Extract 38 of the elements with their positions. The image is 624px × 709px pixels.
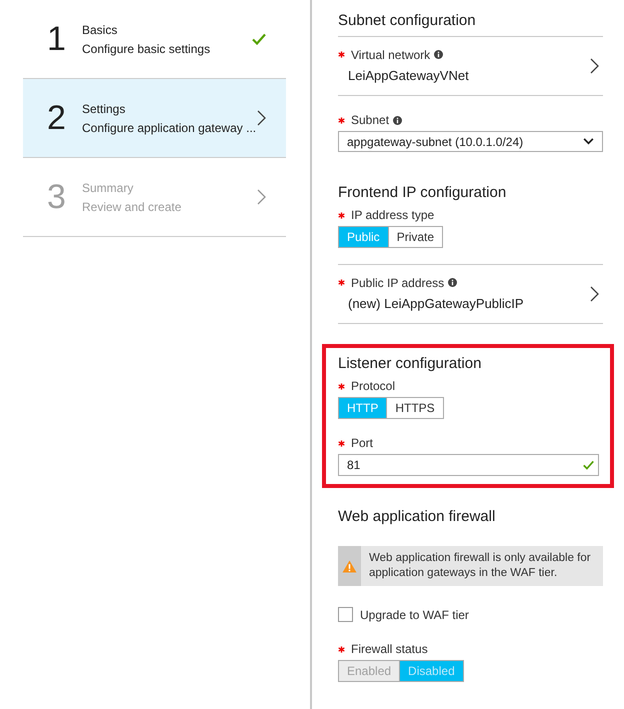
field-label: Port — [351, 436, 374, 450]
section-heading: Web application firewall — [338, 507, 496, 527]
toggle-group[interactable]: Public Private — [338, 226, 444, 248]
field-value: (new) LeiAppGatewayPublicIP — [347, 294, 524, 313]
dropdown[interactable]: appgateway-subnet (10.0.1.0/24) — [338, 131, 603, 152]
input-field[interactable]: 81 — [338, 454, 599, 476]
wizard-step[interactable]: 2 Settings Configure application gateway ... — [23, 79, 286, 158]
caret-down-icon — [583, 138, 594, 145]
checkbox[interactable] — [338, 607, 353, 622]
warning-text: Web application firewall is only available for application gateways in the WAF tier. — [368, 551, 592, 581]
section-heading: Listener configuration — [338, 354, 482, 374]
picker-row[interactable]: Virtual network LeiAppGatewayVNet — [338, 36, 603, 96]
chevron-right-icon — [257, 189, 266, 205]
chevron-right-icon — [590, 58, 599, 74]
step-subtitle: Review and create — [82, 200, 182, 214]
field-label: Firewall status — [351, 642, 428, 656]
toggle-group[interactable]: HTTP HTTPS — [338, 397, 444, 419]
checkbox-label[interactable]: Upgrade to WAF tier — [360, 608, 469, 622]
picker-row[interactable]: Public IP address (new) LeiAppGatewayPublicIP — [338, 264, 603, 324]
step-title: Settings — [82, 102, 126, 116]
step-number: 2 — [47, 101, 67, 135]
step-title: Basics — [82, 22, 118, 36]
field-label: IP address type — [351, 208, 434, 222]
field-label: Virtual network — [351, 48, 430, 62]
section-heading: Frontend IP configuration — [338, 183, 506, 203]
step-title: Summary — [82, 180, 134, 194]
chevron-right-icon — [257, 110, 266, 126]
field-label: Subnet — [351, 113, 390, 127]
field-label: Protocol — [351, 379, 396, 393]
step-subtitle: Configure basic settings — [82, 42, 212, 56]
step-number: 1 — [47, 22, 67, 56]
step-number: 3 — [47, 180, 67, 214]
field-label: Public IP address — [351, 276, 444, 290]
chevron-right-icon — [590, 286, 599, 302]
field-value: LeiAppGatewayVNet — [347, 66, 469, 85]
section-heading: Subnet configuration — [338, 11, 476, 31]
step-subtitle: Configure application gateway ... — [82, 120, 257, 134]
warning-icon — [342, 560, 357, 572]
